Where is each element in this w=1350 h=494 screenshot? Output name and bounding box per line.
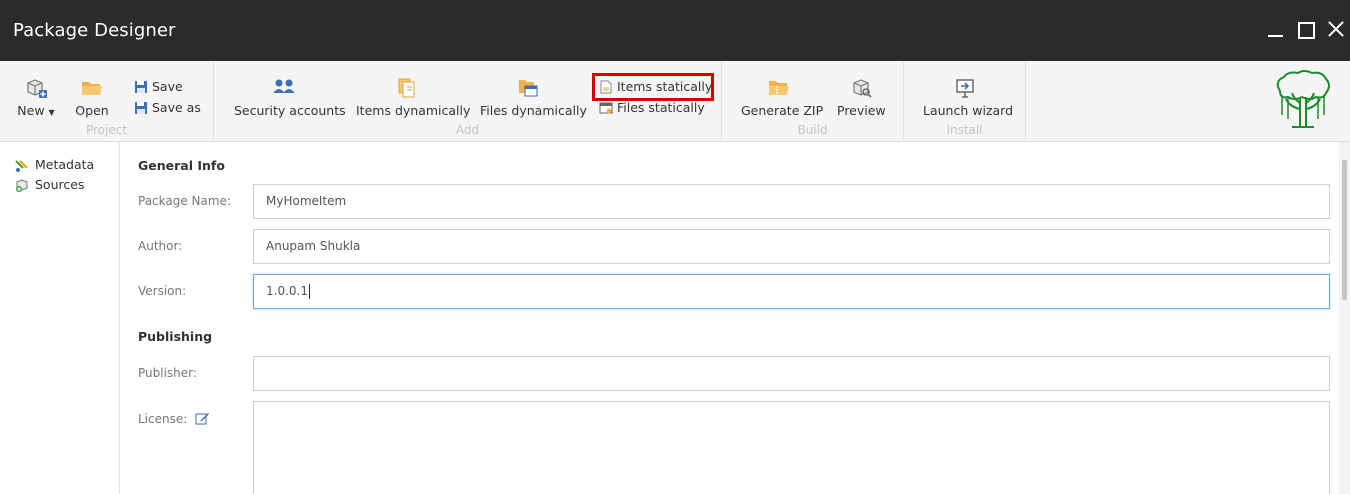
new-button[interactable]: New ▼	[17, 77, 55, 118]
launch-wizard-button[interactable]: Launch wizard	[923, 77, 1014, 118]
version-label: Version:	[138, 284, 187, 298]
ribbon-group-build: Generate ZIP Preview Build	[722, 61, 904, 141]
items-dynamic-icon	[398, 78, 414, 98]
sidebar-item-label: Sources	[35, 177, 85, 192]
preview-button[interactable]: Preview	[837, 77, 886, 118]
zip-folder-icon	[769, 81, 789, 95]
tree-logo-icon	[1276, 70, 1330, 128]
open-button[interactable]: Open	[75, 77, 109, 118]
version-field[interactable]: 1.0.0.1	[253, 274, 1330, 309]
license-label: License:	[138, 412, 188, 426]
chevron-down-icon: ▼	[48, 108, 55, 117]
open-button-label: Open	[75, 103, 109, 118]
author-value: Anupam Shukla	[266, 239, 361, 253]
save-button-label: Save	[152, 79, 183, 94]
ribbon-group-install: Launch wizard Install	[904, 61, 1026, 141]
license-label-group: License:	[138, 411, 210, 426]
security-accounts-label: Security accounts	[234, 103, 346, 118]
launch-wizard-label: Launch wizard	[923, 103, 1014, 118]
sidebar-item-metadata[interactable]: Metadata	[14, 156, 94, 174]
ribbon-group-label: Add	[455, 123, 480, 137]
ribbon-group-label: Build	[797, 123, 828, 137]
preview-label: Preview	[837, 103, 886, 118]
author-field[interactable]: Anupam Shukla	[253, 229, 1330, 264]
save-as-button-label: Save as	[152, 100, 201, 115]
publisher-label: Publisher:	[138, 366, 197, 380]
sidebar-item-sources[interactable]: Sources	[14, 176, 84, 194]
general-info-heading: General Info	[138, 158, 225, 173]
ribbon-toolbar: New ▼ Open Save Save as Project Security…	[0, 61, 1350, 142]
package-preview-icon	[853, 79, 872, 98]
sources-icon	[16, 179, 28, 192]
save-button[interactable]: Save	[132, 77, 183, 97]
maximize-button[interactable]	[1296, 18, 1316, 40]
users-icon	[273, 79, 295, 93]
floppy-disk-icon	[135, 102, 147, 114]
floppy-disk-icon	[135, 81, 147, 93]
files-dynamic-icon	[519, 80, 538, 97]
files-dynamically-label: Files dynamically	[480, 103, 587, 118]
new-button-label: New	[17, 103, 45, 118]
package-name-label: Package Name:	[138, 194, 231, 208]
sidebar: Metadata Sources	[0, 142, 120, 494]
window-title: Package Designer	[13, 20, 176, 41]
edit-icon[interactable]	[195, 411, 210, 426]
package-name-value: MyHomeItem	[266, 194, 347, 208]
highlight-annotation	[592, 73, 714, 101]
title-bar: Package Designer	[0, 0, 1350, 61]
install-wizard-icon	[956, 79, 974, 98]
folder-open-icon	[82, 82, 102, 95]
files-dynamically-button[interactable]: Files dynamically	[480, 77, 587, 118]
vertical-scrollbar[interactable]	[1339, 142, 1350, 494]
new-package-icon	[27, 79, 47, 98]
package-name-field[interactable]: MyHomeItem	[253, 184, 1330, 219]
ribbon-group-label: Project	[85, 123, 128, 137]
ribbon-group-project: New ▼ Open Save Save as Project	[0, 61, 214, 141]
package-form: General Info Package Name: MyHomeItem Au…	[121, 142, 1339, 494]
file-window-icon	[599, 102, 613, 114]
version-value: 1.0.0.1	[266, 284, 308, 298]
ribbon-group-label: Install	[946, 123, 983, 137]
license-textarea[interactable]	[253, 401, 1330, 494]
sidebar-item-label: Metadata	[35, 157, 95, 172]
close-button[interactable]	[1325, 18, 1345, 40]
generate-zip-label: Generate ZIP	[741, 103, 824, 118]
publisher-field[interactable]	[253, 356, 1330, 391]
security-accounts-button[interactable]: Security accounts	[234, 77, 346, 118]
generate-zip-button[interactable]: Generate ZIP	[741, 77, 824, 118]
scrollbar-thumb[interactable]	[1342, 160, 1347, 300]
text-caret	[308, 284, 310, 299]
files-statically-label: Files statically	[617, 100, 705, 115]
metadata-icon	[15, 160, 28, 172]
minimize-button[interactable]	[1266, 18, 1286, 40]
items-dynamically-button[interactable]: Items dynamically	[356, 77, 471, 118]
author-label: Author:	[138, 239, 183, 253]
save-as-button[interactable]: Save as	[132, 98, 201, 118]
items-dynamically-label: Items dynamically	[356, 103, 471, 118]
files-statically-button[interactable]: Files statically	[597, 98, 705, 118]
publishing-heading: Publishing	[138, 329, 213, 344]
